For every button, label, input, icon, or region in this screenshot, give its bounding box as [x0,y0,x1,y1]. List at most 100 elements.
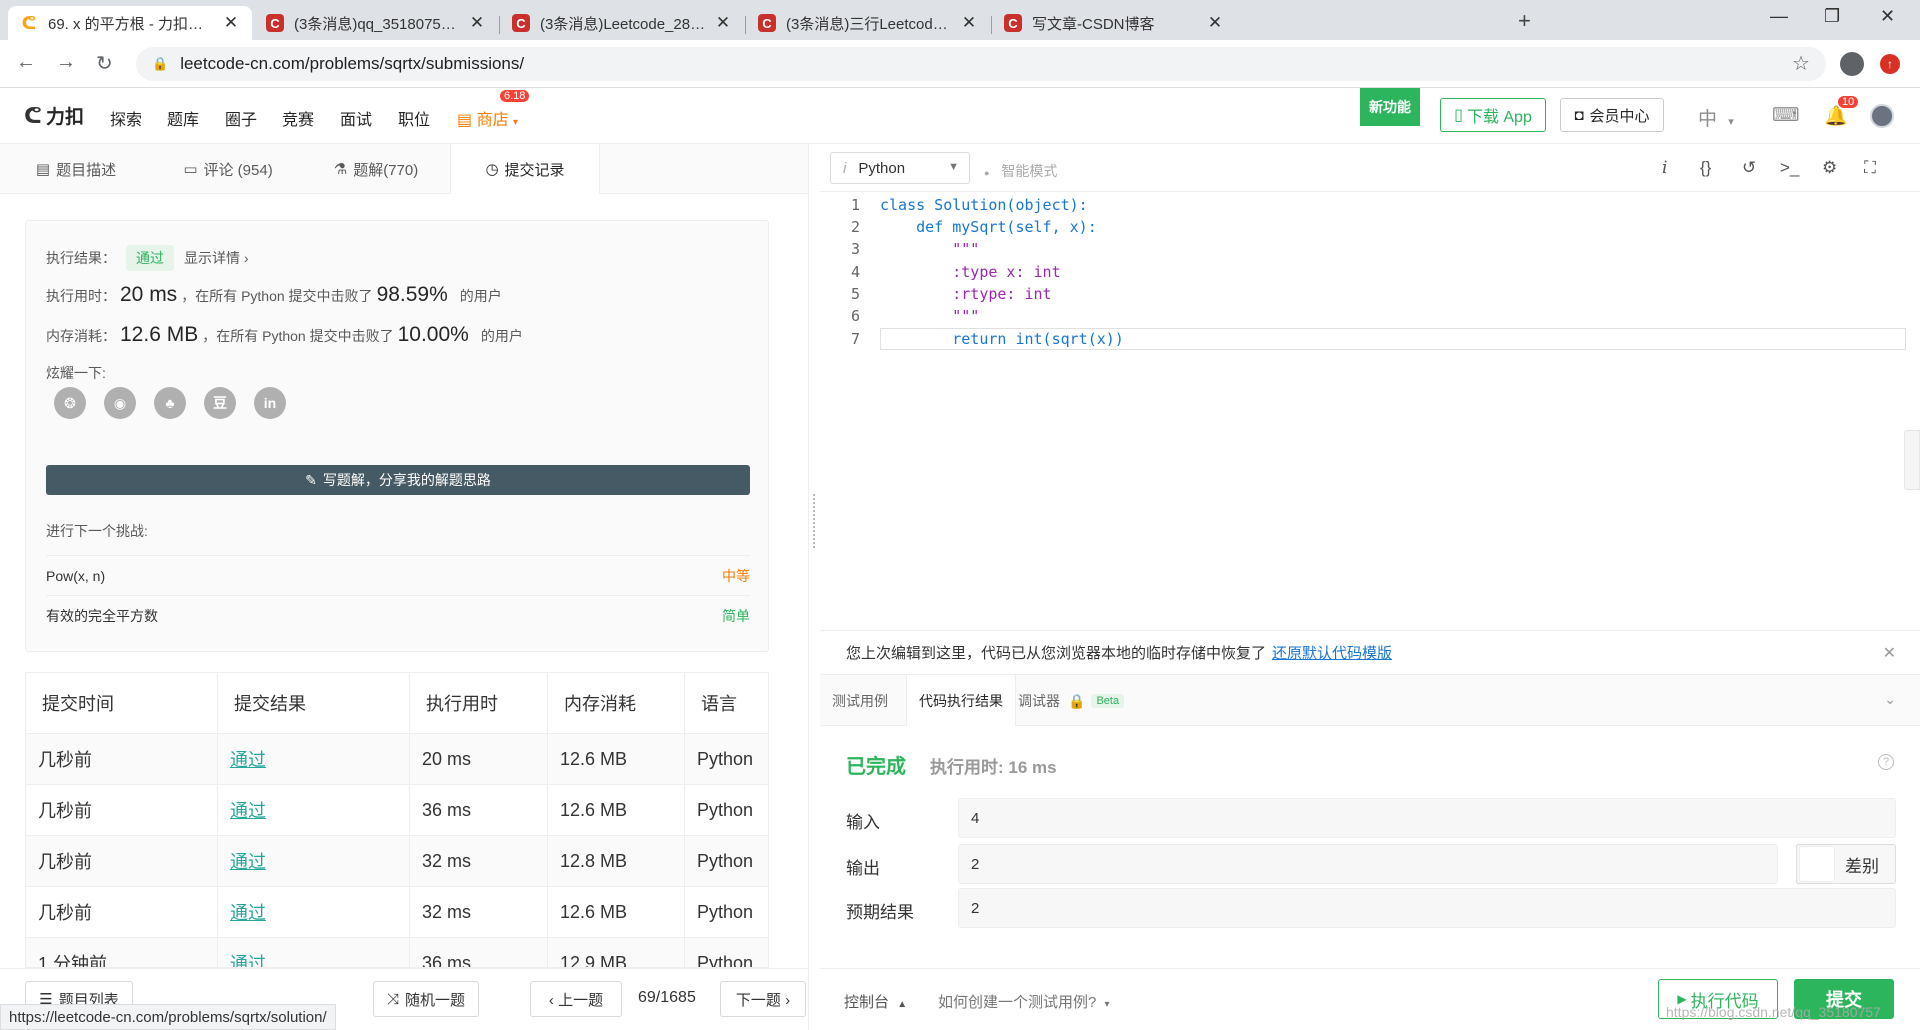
reload-icon[interactable]: ↻ [96,51,113,76]
qq-icon[interactable]: ♣ [154,387,186,419]
result-link[interactable]: 通过 [230,797,266,823]
tab-comments[interactable]: ▭ 评论 (954) [152,144,304,194]
close-icon[interactable]: ✕ [1206,13,1224,33]
next-problem-button[interactable]: 下一题 › [720,981,806,1017]
tab-debugger[interactable]: 调试器 🔒 Beta [1006,675,1136,727]
memory-mid: ，在所有 Python 提交中击败了 [202,328,394,344]
watermark: https://blog.csdn.net/qq_35180757 [1666,1004,1881,1020]
close-icon[interactable]: ✕ [1883,643,1896,663]
code-line: :rtype: int [880,285,1052,303]
site-header: ᕦ 力扣 探索 题库 圈子 竞赛 面试 职位 ▤ 商店 ▾ 6.18 新功能 ▯… [0,88,1920,144]
url-input[interactable]: 🔒 leetcode-cn.com/problems/sqrtx/submiss… [136,47,1826,81]
challenge-item[interactable]: 有效的完全平方数 简单 [46,595,750,635]
linkedin-icon[interactable]: in [254,387,286,419]
profile-icon[interactable] [1840,52,1864,76]
browser-tab-csdn-53[interactable]: C (3条消息)三行Leetcode53. 最大子序和 ✕ [746,6,990,40]
wechat-icon[interactable]: ❂ [54,387,86,419]
browser-tab-csdn-28[interactable]: C (3条消息)Leetcode_28. 实现 strStr() ✕ [500,6,744,40]
help-icon[interactable]: ? [1878,754,1894,770]
random-label: 随机一题 [405,991,466,1009]
browser-tab-csdn-blog[interactable]: C (3条消息)qq_35180757的博客_ ✕ [254,6,498,40]
maximize-icon[interactable]: ❐ [1824,6,1840,27]
runtime-cell: 20 ms [409,734,547,784]
drag-handle[interactable] [813,494,815,548]
reset-icon[interactable]: ↺ [1742,158,1756,178]
clock-icon: ◷ [485,161,499,178]
language-select[interactable]: i Python ▼ [830,152,970,184]
nav-store[interactable]: ▤ 商店 ▾ [457,106,518,130]
result-link[interactable]: 通过 [230,746,266,772]
console-tabs: 测试用例 代码执行结果 调试器 🔒 Beta ⌄ [820,674,1920,727]
smart-mode-toggle[interactable]: ● 智能模式 [984,161,1057,181]
runtime-cell: 36 ms [409,785,547,835]
close-icon[interactable]: ✕ [960,13,978,33]
lock-icon: 🔒 [1068,692,1086,709]
result-link[interactable]: 通过 [230,950,266,967]
vip-center-button[interactable]: ◘ 会员中心 [1560,98,1664,132]
new-tab-button[interactable]: + [1518,8,1531,34]
challenge-item[interactable]: Pow(x, n) 中等 [46,555,750,595]
close-icon[interactable]: ✕ [468,13,486,33]
comment-icon: ▭ [183,161,198,178]
chevron-down-icon: ▾ [513,117,519,128]
line-number: 2 [850,218,860,236]
browser-tab-leetcode[interactable]: ᕦ 69. x 的平方根 - 力扣（LeetCode） ✕ [8,6,252,40]
chevron-down-icon[interactable]: ⌄ [1884,691,1896,708]
howto-testcase-link[interactable]: 如何创建一个测试用例? ▾ [938,991,1110,1012]
browser-tab-csdn-write[interactable]: C 写文章-CSDN博客 ✕ [992,6,1236,40]
weibo-icon[interactable]: ◉ [104,387,136,419]
console-toggle[interactable]: 控制台 ▲ [844,991,907,1012]
browser-tab-bar: ᕦ 69. x 的平方根 - 力扣（LeetCode） ✕ C (3条消息)qq… [0,0,1920,40]
window-close-icon[interactable]: ✕ [1880,6,1895,27]
language-switch[interactable]: 中 ▾ [1698,104,1734,131]
diff-toggle[interactable]: 差别 [1796,844,1896,884]
nav-explore[interactable]: 探索 [110,106,142,130]
result-link[interactable]: 通过 [230,848,266,874]
terminal-icon[interactable]: >_ [1780,158,1799,178]
nav-interview[interactable]: 面试 [340,106,372,130]
prev-problem-button[interactable]: ‹ 上一题 [530,981,622,1017]
forward-icon[interactable]: → [56,51,76,74]
douban-icon[interactable]: 豆 [204,387,236,419]
avatar[interactable] [1870,104,1894,128]
bookmark-star-icon[interactable]: ☆ [1792,51,1810,76]
line-number: 7 [850,330,860,348]
settings-icon[interactable]: ⚙ [1822,158,1837,178]
nav-problems[interactable]: 题库 [167,106,199,130]
leetcode-icon: ᕦ [21,12,37,33]
tab-title: 写文章-CSDN博客 [1032,15,1155,33]
tab-submissions[interactable]: ◷ 提交记录 [450,144,600,194]
nav-circle[interactable]: 圈子 [225,106,257,130]
site-logo[interactable]: ᕦ 力扣 [24,102,84,129]
download-app-button[interactable]: ▯ 下载 App [1440,98,1546,132]
braces-icon[interactable]: {} [1700,158,1711,178]
tab-description[interactable]: ▤ 题目描述 [0,144,152,194]
tab-run-result[interactable]: 代码执行结果 [906,675,1016,727]
result-link[interactable]: 通过 [230,899,266,925]
info-icon[interactable]: i [1662,158,1667,178]
back-icon[interactable]: ← [16,51,36,74]
fullscreen-icon[interactable]: ⛶ [1864,158,1876,178]
restore-default-link[interactable]: 还原默认代码模版 [1272,642,1392,663]
tab-solutions[interactable]: ⚗ 题解(770) [304,144,448,194]
update-icon[interactable]: ↑ [1880,54,1900,74]
show-details-link[interactable]: 显示详情 › [184,248,249,268]
close-icon[interactable]: ✕ [714,13,732,33]
new-feature-badge[interactable]: 新功能 [1360,88,1420,126]
minimize-icon[interactable]: — [1770,6,1788,27]
nav-jobs[interactable]: 职位 [398,106,430,130]
tab-testcase[interactable]: 测试用例 [820,675,900,727]
line-number: 3 [850,240,860,258]
challenge-title: Pow(x, n) [46,567,106,584]
playground-icon[interactable]: ⌨ [1772,104,1799,127]
side-panel-handle[interactable] [1904,430,1920,490]
submit-time: 几秒前 [38,903,92,923]
code-line: :type x: int [880,263,1061,281]
nav-contest[interactable]: 竞赛 [282,106,314,130]
code-editor[interactable]: 1 2 3 4 5 6 7 class Solution(object): de… [820,192,1920,624]
close-icon[interactable]: ✕ [222,13,240,33]
random-problem-button[interactable]: ⤨ 随机一题 [373,981,479,1017]
write-solution-button[interactable]: ✎ 写题解，分享我的解题思路 [46,465,750,495]
table-header-row: 提交时间 提交结果 执行用时 内存消耗 语言 [26,673,768,733]
panel-splitter[interactable] [808,144,820,1030]
